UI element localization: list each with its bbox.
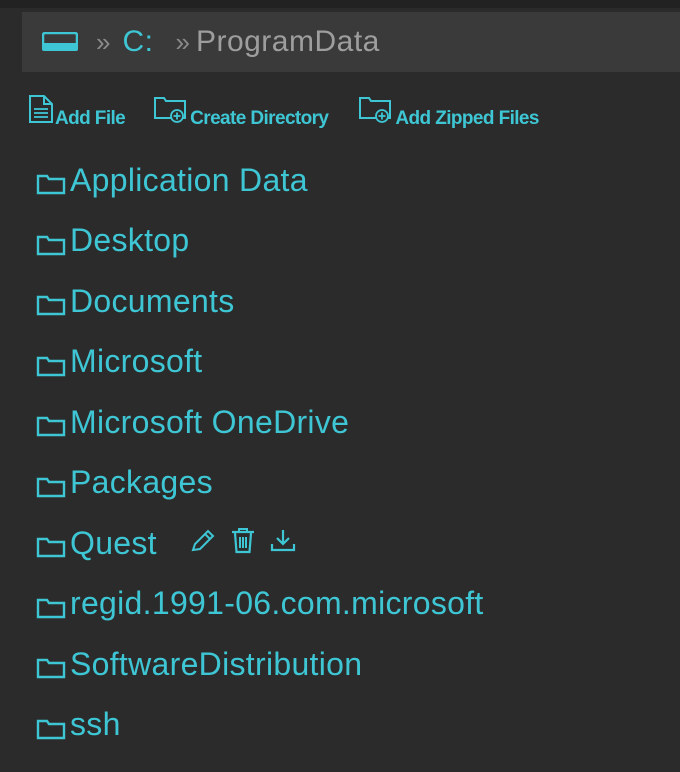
folder-icon: [36, 166, 66, 195]
folder-icon: [36, 408, 66, 437]
folder-name: ssh: [70, 706, 121, 743]
add-file-label: Add File: [55, 108, 126, 129]
row-actions: [187, 525, 309, 562]
folder-name: SoftwareDistribution: [70, 645, 363, 682]
folder-name: Microsoft OneDrive: [70, 403, 350, 440]
folder-icon: [36, 348, 66, 376]
download-icon[interactable]: [269, 525, 297, 562]
toolbar: Add File Create Directory Add Zipped Fil…: [28, 90, 539, 130]
folder-plus-icon: [153, 94, 189, 130]
folder-icon: [36, 287, 66, 316]
breadcrumb: » C: » ProgramData: [22, 12, 680, 72]
folder-list: Application Data Desktop Documents Micro…: [36, 150, 484, 755]
folder-name: Microsoft: [70, 343, 203, 380]
folder-row[interactable]: regid.1991-06.com.microsoft: [36, 574, 484, 635]
create-directory-label: Create Directory: [190, 108, 329, 129]
file-browser: » C: » ProgramData Add File Create Direc…: [0, 0, 680, 772]
folder-plus-icon: [358, 94, 394, 130]
add-zipped-files-label: Add Zipped Files: [395, 108, 539, 129]
folder-name: Application Data: [70, 161, 308, 198]
breadcrumb-separator: »: [96, 26, 111, 57]
folder-row[interactable]: Microsoft: [36, 332, 484, 393]
breadcrumb-separator: »: [175, 26, 190, 57]
folder-row[interactable]: Desktop: [36, 211, 484, 272]
folder-icon: [36, 529, 66, 558]
folder-row[interactable]: Quest: [36, 513, 484, 574]
folder-name: regid.1991-06.com.microsoft: [70, 585, 484, 622]
top-strip: [0, 0, 680, 8]
trash-icon[interactable]: [229, 525, 257, 562]
create-directory-button[interactable]: Create Directory: [153, 94, 329, 130]
folder-name: Packages: [70, 464, 213, 501]
folder-icon: [36, 650, 66, 679]
folder-icon: [36, 469, 66, 497]
folder-row[interactable]: Microsoft OneDrive: [36, 392, 484, 453]
add-zipped-files-button[interactable]: Add Zipped Files: [358, 94, 539, 130]
folder-row[interactable]: Documents: [36, 271, 484, 332]
drive-icon[interactable]: [41, 31, 79, 52]
folder-icon: [36, 590, 66, 618]
folder-name: Quest: [70, 524, 157, 561]
folder-row[interactable]: Application Data: [36, 150, 484, 211]
folder-name: Desktop: [70, 222, 190, 259]
folder-icon: [36, 711, 66, 739]
breadcrumb-item-drive[interactable]: C:: [122, 25, 153, 59]
edit-icon[interactable]: [187, 525, 217, 562]
folder-row[interactable]: ssh: [36, 695, 484, 756]
file-icon: [28, 94, 54, 130]
folder-icon: [36, 227, 66, 255]
breadcrumb-item-current: ProgramData: [195, 25, 380, 58]
folder-row[interactable]: SoftwareDistribution: [36, 634, 484, 695]
folder-row[interactable]: Packages: [36, 453, 484, 514]
add-file-button[interactable]: Add File: [28, 94, 126, 130]
folder-name: Documents: [70, 282, 235, 319]
